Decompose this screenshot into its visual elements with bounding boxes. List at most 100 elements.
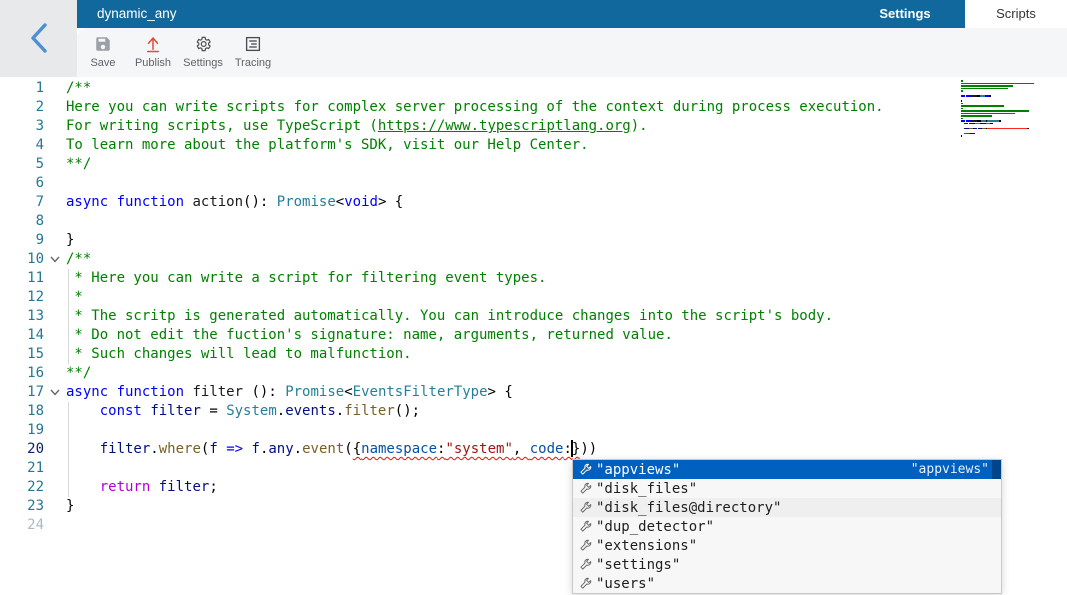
tracing-button[interactable]: Tracing xyxy=(228,28,278,77)
suggest-item[interactable]: "users" xyxy=(573,574,1001,593)
fold-gutter xyxy=(44,193,66,212)
gear-icon xyxy=(194,34,212,54)
line-number: 17 xyxy=(0,383,44,402)
line-number: 19 xyxy=(0,421,44,440)
fold-gutter xyxy=(44,269,66,288)
code-text: For writing scripts, use TypeScript (htt… xyxy=(66,117,648,136)
minimap-line xyxy=(961,138,1063,141)
code-text: * Here you can write a script for filter… xyxy=(66,269,546,288)
code-line[interactable]: 18 const filter = System.events.filter()… xyxy=(0,402,1067,421)
save-icon xyxy=(94,34,112,54)
line-number: 22 xyxy=(0,478,44,497)
fold-chevron-icon[interactable] xyxy=(44,250,66,269)
code-line[interactable]: 3For writing scripts, use TypeScript (ht… xyxy=(0,117,1067,136)
suggest-label: "dup_detector" xyxy=(596,519,714,535)
publish-label: Publish xyxy=(135,57,171,69)
fold-gutter xyxy=(44,307,66,326)
publish-button[interactable]: Publish xyxy=(128,28,178,77)
wrench-icon xyxy=(577,576,593,592)
fold-gutter xyxy=(44,117,66,136)
code-line[interactable]: 17async function filter (): Promise<Even… xyxy=(0,383,1067,402)
code-line[interactable]: 4To learn more about the platform's SDK,… xyxy=(0,136,1067,155)
line-number: 18 xyxy=(0,402,44,421)
fold-gutter xyxy=(44,421,66,440)
code-text: async function action(): Promise<void> { xyxy=(66,193,403,212)
tab-scripts[interactable]: Scripts xyxy=(965,0,1067,28)
code-line[interactable]: 2 Here you can write scripts for complex … xyxy=(0,98,1067,117)
line-number: 10 xyxy=(0,250,44,269)
fold-chevron-icon[interactable] xyxy=(44,383,66,402)
code-line[interactable]: 12 * xyxy=(0,288,1067,307)
top-bar: dynamic_any Settings Scripts xyxy=(77,0,1067,28)
code-line[interactable]: 13 * The scritp is generated automatical… xyxy=(0,307,1067,326)
settings-button[interactable]: Settings xyxy=(178,28,228,77)
suggest-item[interactable]: "dup_detector" xyxy=(573,517,1001,536)
tracing-icon xyxy=(244,34,262,54)
code-text: } xyxy=(66,497,74,516)
minimap[interactable] xyxy=(961,80,1063,140)
wrench-icon xyxy=(577,538,593,554)
fold-gutter xyxy=(44,136,66,155)
code-text: * Such changes will lead to malfunction. xyxy=(66,345,412,364)
line-number: 7 xyxy=(0,193,44,212)
code-text: return filter; xyxy=(66,478,218,497)
code-line[interactable]: 6 xyxy=(0,174,1067,193)
top-tabs: Settings Scripts xyxy=(845,0,1067,28)
code-line[interactable]: 15 * Such changes will lead to malfuncti… xyxy=(0,345,1067,364)
script-editor-window: dynamic_any Settings Scripts Save Pu xyxy=(0,0,1067,595)
fold-gutter xyxy=(44,440,66,459)
save-label: Save xyxy=(90,57,115,69)
fold-gutter xyxy=(44,212,66,231)
code-line[interactable]: 16**/ xyxy=(0,364,1067,383)
tab-settings[interactable]: Settings xyxy=(845,0,965,28)
line-number: 4 xyxy=(0,136,44,155)
line-number: 20 xyxy=(0,440,44,459)
fold-gutter xyxy=(44,174,66,193)
code-line[interactable]: 19 xyxy=(0,421,1067,440)
suggest-label: "disk_files@directory" xyxy=(596,500,781,516)
fold-gutter xyxy=(44,98,66,117)
fold-gutter xyxy=(44,459,66,478)
suggest-item[interactable]: "extensions" xyxy=(573,536,1001,555)
line-number: 14 xyxy=(0,326,44,345)
code-line[interactable]: 20 filter.where(f => f.any.event({namesp… xyxy=(0,440,1067,459)
fold-gutter xyxy=(44,345,66,364)
save-button[interactable]: Save xyxy=(78,28,128,77)
code-line[interactable]: 9} xyxy=(0,231,1067,250)
line-number: 2 xyxy=(0,98,44,117)
tracing-label: Tracing xyxy=(235,57,271,69)
fold-gutter xyxy=(44,516,66,535)
fold-gutter xyxy=(44,402,66,421)
line-number: 6 xyxy=(0,174,44,193)
fold-gutter xyxy=(44,326,66,345)
line-number: 24 xyxy=(0,516,44,535)
code-text: Here you can write scripts for complex s… xyxy=(66,98,884,117)
fold-gutter xyxy=(44,288,66,307)
suggest-item[interactable]: "settings" xyxy=(573,555,1001,574)
toolbar: Save Publish Settings xyxy=(77,28,1067,77)
code-line[interactable]: 10/** xyxy=(0,250,1067,269)
code-text: } xyxy=(66,231,74,250)
code-line[interactable]: 14 * Do not edit the fuction's signature… xyxy=(0,326,1067,345)
suggest-item[interactable]: "disk_files" xyxy=(573,479,1001,498)
line-number: 15 xyxy=(0,345,44,364)
code-text: const filter = System.events.filter(); xyxy=(66,402,420,421)
line-number: 13 xyxy=(0,307,44,326)
fold-gutter xyxy=(44,155,66,174)
code-text: * Do not edit the fuction's signature: n… xyxy=(66,326,673,345)
code-line[interactable]: 5**/ xyxy=(0,155,1067,174)
suggest-item[interactable]: "appviews""appviews" xyxy=(573,460,1001,479)
code-line[interactable]: 8 xyxy=(0,212,1067,231)
code-line[interactable]: 7 async function action(): Promise<void> … xyxy=(0,193,1067,212)
suggest-item[interactable]: "disk_files@directory" xyxy=(573,498,1001,517)
code-line[interactable]: 1/** xyxy=(0,79,1067,98)
indent-guide xyxy=(68,269,69,364)
line-number: 16 xyxy=(0,364,44,383)
chevron-left-icon xyxy=(28,42,50,57)
code-line[interactable]: 11 * Here you can write a script for fil… xyxy=(0,269,1067,288)
suggest-scrollbar-thumb[interactable] xyxy=(992,460,1001,479)
back-button[interactable] xyxy=(22,22,56,56)
wrench-icon xyxy=(577,481,593,497)
line-number: 21 xyxy=(0,459,44,478)
fold-gutter xyxy=(44,364,66,383)
